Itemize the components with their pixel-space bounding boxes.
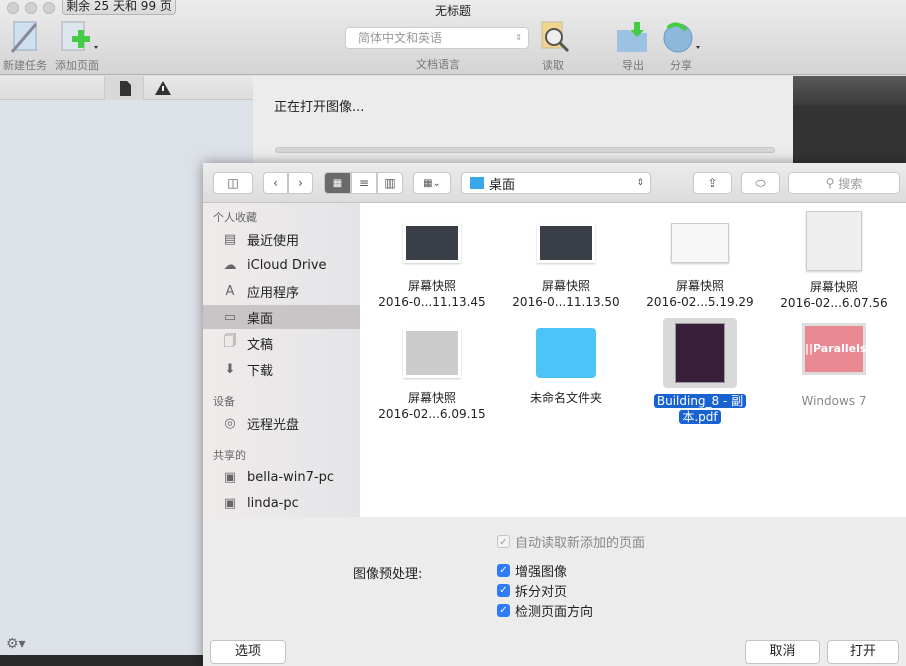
sidebar-toggle-button[interactable]: ◫ xyxy=(213,172,253,194)
file-item[interactable]: 屏幕快照 2016-02...5.19.29 xyxy=(633,223,767,310)
file-item[interactable]: 屏幕快照 2016-02...6.09.15 xyxy=(365,328,499,422)
folder-item[interactable]: 未命名文件夹 xyxy=(499,328,633,406)
sidebar-item-applications[interactable]: A 应用程序 xyxy=(203,279,360,303)
progress-bar xyxy=(275,147,775,153)
gear-icon[interactable]: ⚙▾ xyxy=(6,636,26,652)
stepper-icon: ⇕ xyxy=(636,178,644,188)
checkmark-icon: ✓ xyxy=(497,563,510,577)
cancel-button[interactable]: 取消 xyxy=(745,640,820,664)
options-button[interactable]: 选项 xyxy=(210,640,286,664)
enhance-image-checkbox[interactable]: ✓ 增强图像 xyxy=(497,560,567,580)
tag-button[interactable]: ⬭ xyxy=(741,172,780,194)
chevron-right-icon: › xyxy=(298,176,303,190)
progress-message: 正在打开图像... xyxy=(274,100,365,115)
add-page-icon xyxy=(61,21,98,51)
sidebar-item-linda-pc[interactable]: ▣ linda-pc xyxy=(203,491,360,515)
detect-orientation-checkbox[interactable]: ✓ 检测页面方向 xyxy=(497,600,593,620)
file-browser: 屏幕快照 2016-0...11.13.45 屏幕快照 2016-0...11.13… xyxy=(360,203,906,517)
desktop-icon: ▭ xyxy=(223,309,237,325)
share-icon: ⇪ xyxy=(707,176,718,190)
computer-icon: ▣ xyxy=(223,495,237,511)
export-folder-icon xyxy=(617,22,647,52)
file-item[interactable]: 屏幕快照 2016-0...11.13.50 xyxy=(499,223,633,310)
sidebar-icon: ◫ xyxy=(227,176,239,190)
screenshot-thumbnail xyxy=(403,328,461,378)
dialog-toolbar: ◫ ‹ › ▦ ≡ ▥ ▦⌄ 桌面 ⇕ ⇪ ⬭ ⚲ 搜索 xyxy=(203,163,906,203)
icon-view-button[interactable]: ▦ xyxy=(324,172,351,194)
parallels-monitor-icon: ||Parallels xyxy=(802,323,866,375)
language-select[interactable]: 简体中文和英语 ⇕ xyxy=(345,27,529,49)
pdf-thumbnail xyxy=(663,318,737,388)
add-page-button[interactable]: 添加页面 xyxy=(52,20,102,73)
magic-wand-icon xyxy=(10,21,38,53)
progress-sheet: 正在打开图像... xyxy=(253,76,793,166)
arrange-icon: ▦⌄ xyxy=(423,177,441,189)
disc-icon: ◎ xyxy=(224,415,236,431)
split-pages-checkbox[interactable]: ✓ 拆分对页 xyxy=(497,580,567,600)
grid-icon: ▦ xyxy=(332,177,343,189)
folder-icon xyxy=(536,328,596,378)
chevron-left-icon: ‹ xyxy=(273,176,278,190)
toolbar: 剩余 25 天和 99 页 无标题 新建任务 添加页面 简体中文和英语 ⇕ 文档语… xyxy=(0,0,906,75)
checkmark-icon: ✓ xyxy=(497,603,510,617)
folder-icon xyxy=(470,177,484,189)
vm-item[interactable]: ||Parallels Windows 7 xyxy=(767,323,901,409)
sidebar-item-documents[interactable]: 🗍 文稿 xyxy=(203,331,360,355)
window-title: 无标题 xyxy=(434,4,471,18)
documents-icon: 🗍 xyxy=(223,334,237,349)
cloud-icon: ☁ xyxy=(223,257,237,273)
search-input[interactable]: ⚲ 搜索 xyxy=(788,172,900,194)
sidebar: 个人收藏 ▤ 最近使用 ☁ iCloud Drive A 应用程序 ▭ 桌面 🗍 文稿 ⬇… xyxy=(203,203,360,517)
auto-read-checkbox[interactable]: ✓ 自动读取新添加的页面 xyxy=(497,531,645,551)
arrange-button[interactable]: ▦⌄ xyxy=(413,172,451,194)
checkmark-icon: ✓ xyxy=(497,583,510,597)
column-page[interactable] xyxy=(104,76,144,100)
file-item[interactable]: 屏幕快照 2016-02...6.07.56 xyxy=(767,211,901,311)
search-icon: ⚲ xyxy=(825,176,835,190)
applications-icon: A xyxy=(225,283,235,299)
sidebar-item-icloud[interactable]: ☁ iCloud Drive xyxy=(203,253,360,277)
forward-button[interactable]: › xyxy=(288,172,313,194)
file-item[interactable]: 屏幕快照 2016-0...11.13.45 xyxy=(365,223,499,310)
downloads-icon: ⬇ xyxy=(224,361,236,377)
new-task-button[interactable]: 新建任务 xyxy=(0,20,50,73)
read-button[interactable]: 读取 xyxy=(530,20,576,73)
screenshot-thumbnail xyxy=(537,223,595,263)
sidebar-item-downloads[interactable]: ⬇ 下载 xyxy=(203,357,360,381)
preview-area xyxy=(793,76,906,166)
warning-icon xyxy=(155,81,171,95)
column-warning[interactable] xyxy=(148,76,178,100)
list-view-button[interactable]: ≡ xyxy=(351,172,377,194)
open-button[interactable]: 打开 xyxy=(827,640,899,664)
screenshot-thumbnail xyxy=(806,211,862,271)
columns-icon: ▥ xyxy=(384,176,396,190)
sidebar-item-desktop[interactable]: ▭ 桌面 xyxy=(203,305,360,329)
sidebar-item-remote-disc[interactable]: ◎ 远程光盘 xyxy=(203,411,360,435)
computer-icon: ▣ xyxy=(223,469,237,485)
checkmark-icon: ✓ xyxy=(497,534,510,548)
screenshot-thumbnail xyxy=(403,223,461,263)
location-select[interactable]: 桌面 ⇕ xyxy=(461,172,651,194)
column-view-button[interactable]: ▥ xyxy=(377,172,403,194)
tag-icon: ⬭ xyxy=(755,175,766,190)
share-globe-icon xyxy=(663,22,700,53)
screenshot-thumbnail xyxy=(671,223,729,263)
document-icon xyxy=(120,81,131,96)
list-icon: ≡ xyxy=(358,176,370,190)
export-button[interactable]: 导出 xyxy=(612,20,654,73)
back-button[interactable]: ‹ xyxy=(263,172,288,194)
share-button[interactable]: 分享 xyxy=(660,20,702,73)
stepper-icon: ⇕ xyxy=(515,33,522,42)
sidebar-item-recents[interactable]: ▤ 最近使用 xyxy=(203,227,360,251)
open-file-dialog: ◫ ‹ › ▦ ≡ ▥ ▦⌄ 桌面 ⇕ ⇪ ⬭ ⚲ 搜索 个人收藏 ▤ 最近使用 ☁… xyxy=(203,163,906,666)
page-list-header xyxy=(0,76,253,100)
read-icon xyxy=(541,21,570,53)
file-item-selected[interactable]: Building_8 - 副本.pdf xyxy=(633,318,767,425)
share-button[interactable]: ⇪ xyxy=(693,172,732,194)
recents-icon: ▤ xyxy=(223,231,237,247)
sidebar-item-bella-win7-pc[interactable]: ▣ bella-win7-pc xyxy=(203,465,360,489)
